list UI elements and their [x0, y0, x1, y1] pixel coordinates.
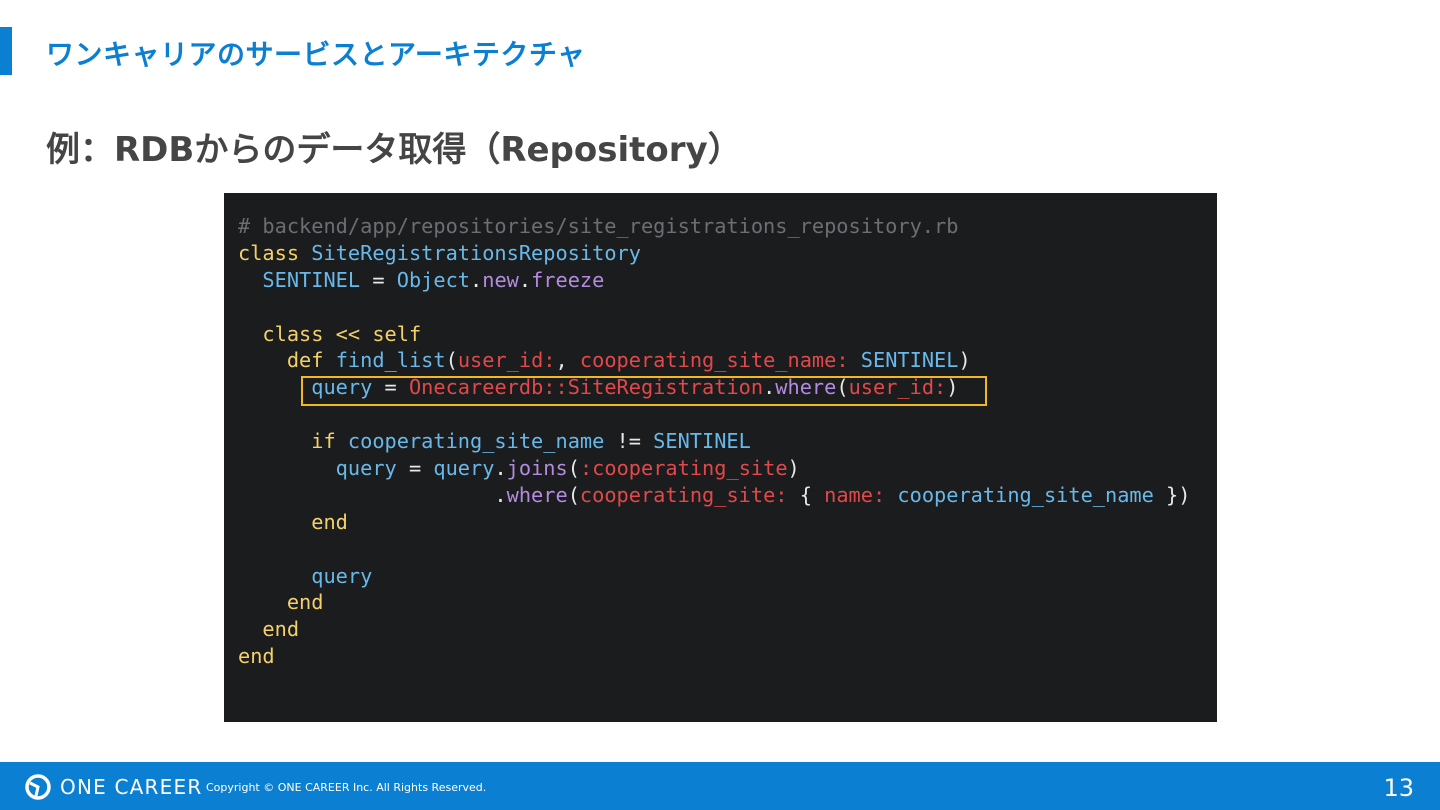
code-token: . [238, 482, 507, 507]
code-token: # backend/app/repositories/site_registra… [238, 214, 959, 238]
code-token: end [238, 509, 348, 534]
logo-text: ONE CAREER [60, 775, 203, 799]
code-token: def [238, 348, 336, 373]
code-token: { [787, 482, 825, 507]
code-line: end [238, 509, 1190, 536]
slide-title: 例：RDBからのデータ取得（Repository） [46, 130, 742, 170]
code-line: end [238, 589, 1190, 616]
highlight-box [301, 376, 987, 406]
code-token: cooperating_site_name: [579, 348, 849, 373]
code-token: class [238, 240, 312, 265]
code-token: joins [506, 456, 568, 481]
code-line: if cooperating_site_name != SENTINEL [238, 428, 1190, 455]
code-token: SENTINEL [653, 429, 751, 454]
code-token: find_list [335, 348, 446, 373]
code-token: :cooperating_site [579, 456, 788, 481]
section-accent-bar [0, 27, 12, 75]
code-token: new [482, 267, 519, 292]
code-line: SENTINEL = Object.new.freeze [238, 267, 1190, 294]
code-token: = [360, 267, 397, 292]
code-line: # backend/app/repositories/site_registra… [238, 213, 1190, 240]
code-token: query [433, 456, 495, 481]
code-token: end [238, 590, 324, 615]
code-token: ( [567, 482, 580, 507]
code-line: class SiteRegistrationsRepository [238, 240, 1190, 267]
code-token: . [494, 456, 507, 481]
code-token: query [238, 563, 373, 588]
page-number: 13 [1383, 774, 1414, 802]
code-token: ) [787, 456, 800, 481]
code-token: cooperating_site_name [347, 429, 605, 454]
code-token: != [604, 429, 654, 454]
code-token: = [396, 456, 434, 481]
code-line: query = query.joins(:cooperating_site) [238, 455, 1190, 482]
code-token: SENTINEL [860, 348, 959, 373]
code-token: , [555, 348, 580, 373]
code-token: end [238, 617, 300, 642]
code-line: query [238, 563, 1190, 590]
code-line: class << self [238, 321, 1190, 348]
code-token: where [506, 482, 568, 507]
section-title: ワンキャリアのサービスとアーキテクチャ [46, 38, 586, 71]
code-token: user_id: [457, 348, 556, 373]
code-token: SENTINEL [238, 267, 361, 292]
code-token: . [518, 267, 532, 292]
onecareer-logo-icon [25, 774, 51, 800]
code-token: if [238, 429, 348, 454]
code-token: }) [1153, 482, 1191, 507]
code-token: cooperating_site: [579, 482, 788, 507]
code-token: . [470, 267, 483, 292]
code-token: ( [567, 456, 580, 481]
copyright-text: Copyright © ONE CAREER Inc. All Rights R… [206, 781, 487, 794]
code-line: .where(cooperating_site: { name: coopera… [238, 482, 1190, 509]
code-token: SiteRegistrationsRepository [311, 240, 641, 265]
code-token: class << self [238, 321, 422, 346]
code-token: ) [958, 348, 971, 373]
code-line: end [238, 643, 1190, 670]
code-line: def find_list(user_id:, cooperating_site… [238, 347, 1190, 374]
footer: ONE CAREER Copyright © ONE CAREER Inc. A… [0, 762, 1440, 810]
code-token: end [238, 644, 275, 669]
code-screenshot: # backend/app/repositories/site_registra… [224, 193, 1217, 722]
code-block: # backend/app/repositories/site_registra… [238, 213, 1190, 670]
code-token: query [238, 456, 397, 481]
code-token: name: [824, 482, 886, 507]
code-token: freeze [531, 267, 605, 292]
code-token: cooperating_site_name [897, 482, 1154, 507]
code-line: end [238, 616, 1190, 643]
code-token: ( [445, 348, 458, 373]
code-token: Object [396, 267, 471, 292]
